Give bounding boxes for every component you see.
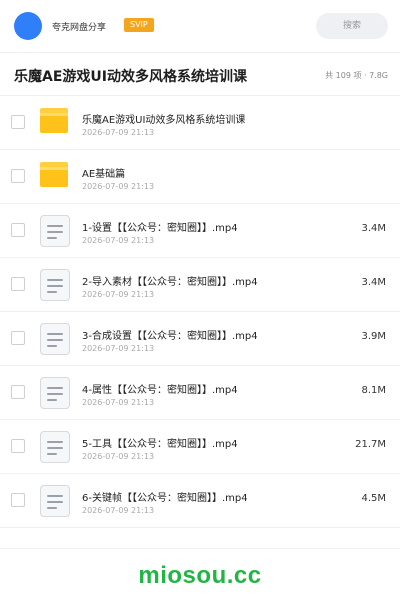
list-item[interactable]: 5-工具【【公众号：密知圈】】.mp4 2026-07-09 21:13 21.7M	[0, 420, 400, 474]
list-item[interactable]: 2-导入素材【【公众号：密知圈】】.mp4 2026-07-09 21:13 3.4…	[0, 258, 400, 312]
item-size: 21.7M	[355, 439, 386, 450]
share-summary: 共 109 项 · 7.8G	[325, 71, 388, 80]
avatar[interactable]	[14, 12, 42, 40]
share-title-row: 乐魔AE游戏UI动效多风格系统培训课 共 109 项 · 7.8G	[0, 52, 400, 96]
item-name: 3-合成设置【【公众号：密知圈】】.mp4	[82, 331, 258, 342]
item-date: 2026-07-09 21:13	[82, 290, 155, 299]
select-checkbox[interactable]	[11, 385, 25, 399]
share-header: 夸克网盘分享 SVIP 搜索	[0, 0, 400, 52]
file-icon	[38, 267, 72, 301]
item-name: 4-属性【【公众号：密知圈】】.mp4	[82, 385, 238, 396]
item-date: 2026-07-09 21:13	[82, 182, 155, 191]
select-checkbox[interactable]	[11, 331, 25, 345]
file-icon	[38, 213, 72, 247]
item-date: 2026-07-09 21:13	[82, 398, 155, 407]
select-checkbox[interactable]	[11, 223, 25, 237]
item-date: 2026-07-09 21:13	[82, 452, 155, 461]
list-item[interactable]: 3-合成设置【【公众号：密知圈】】.mp4 2026-07-09 21:13 3.9…	[0, 312, 400, 366]
item-date: 2026-07-09 21:13	[82, 236, 155, 245]
page-title: 乐魔AE游戏UI动效多风格系统培训课	[14, 69, 247, 85]
list-item[interactable]: 乐魔AE游戏UI动效多风格系统培训课 2026-07-09 21:13	[0, 96, 400, 150]
owner-name: 夸克网盘分享	[52, 23, 107, 33]
file-icon	[38, 321, 72, 355]
item-date: 2026-07-09 21:13	[82, 506, 155, 515]
item-size: 4.5M	[361, 493, 386, 504]
folder-icon	[38, 105, 72, 139]
file-icon	[38, 483, 72, 517]
item-name: 6-关键帧【【公众号：密知圈】】.mp4	[82, 493, 248, 504]
select-checkbox[interactable]	[11, 169, 25, 183]
item-name: 5-工具【【公众号：密知圈】】.mp4	[82, 439, 238, 450]
item-size: 3.4M	[361, 277, 386, 288]
item-size: 3.4M	[361, 223, 386, 234]
item-name: 2-导入素材【【公众号：密知圈】】.mp4	[82, 277, 258, 288]
svip-badge: SVIP	[124, 18, 154, 32]
folder-icon	[38, 159, 72, 193]
item-size: 8.1M	[361, 385, 386, 396]
item-date: 2026-07-09 21:13	[82, 344, 155, 353]
select-checkbox[interactable]	[11, 439, 25, 453]
select-checkbox[interactable]	[11, 277, 25, 291]
select-checkbox[interactable]	[11, 115, 25, 129]
item-name: 乐魔AE游戏UI动效多风格系统培训课	[82, 115, 246, 126]
item-name: AE基础篇	[82, 169, 126, 180]
list-item[interactable]: 1-设置【【公众号：密知圈】】.mp4 2026-07-09 21:13 3.4M	[0, 204, 400, 258]
list-item[interactable]: AE基础篇 2026-07-09 21:13	[0, 150, 400, 204]
item-size: 3.9M	[361, 331, 386, 342]
file-icon	[38, 429, 72, 463]
list-item[interactable]: 4-属性【【公众号：密知圈】】.mp4 2026-07-09 21:13 8.1M	[0, 366, 400, 420]
select-checkbox[interactable]	[11, 493, 25, 507]
item-name: 1-设置【【公众号：密知圈】】.mp4	[82, 223, 238, 234]
list-item[interactable]: 6-关键帧【【公众号：密知圈】】.mp4 2026-07-09 21:13 4.5M	[0, 474, 400, 528]
search-input[interactable]: 搜索	[316, 13, 388, 39]
item-date: 2026-07-09 21:13	[82, 128, 155, 137]
watermark: miosou.cc	[138, 562, 262, 589]
file-list: 乐魔AE游戏UI动效多风格系统培训课 2026-07-09 21:13 AE基础篇 2…	[0, 96, 400, 528]
footer-divider	[0, 548, 400, 549]
file-icon	[38, 375, 72, 409]
